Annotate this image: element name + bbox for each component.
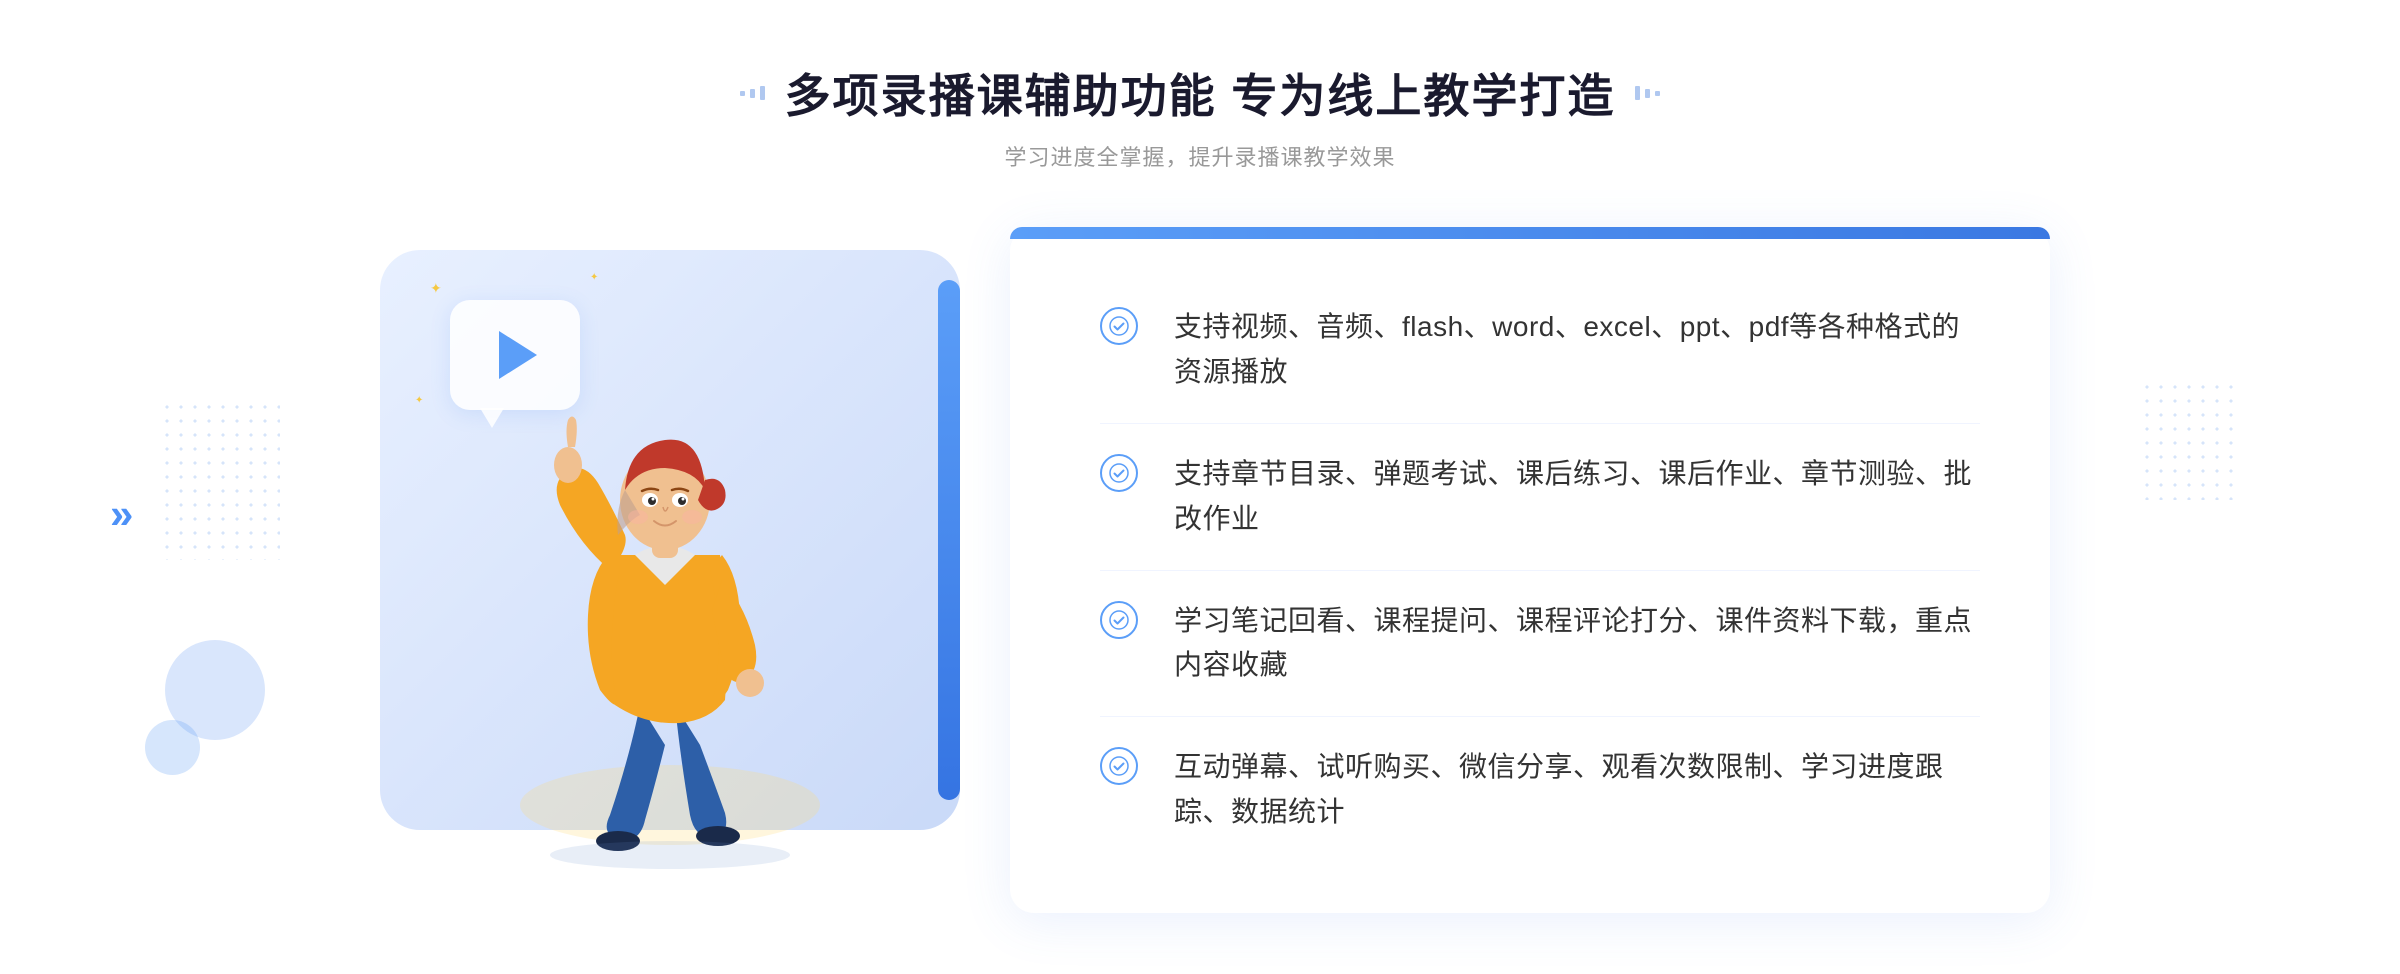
feature-item-1: 支持视频、音频、flash、word、excel、ppt、pdf等各种格式的资源…	[1100, 277, 1980, 424]
card-top-bar	[1010, 227, 2050, 239]
circle-deco-2	[145, 720, 200, 775]
feature-text-1: 支持视频、音频、flash、word、excel、ppt、pdf等各种格式的资源…	[1174, 305, 1980, 395]
chevron-left-deco: »	[110, 490, 125, 538]
sparkle-1: ✦	[430, 280, 442, 297]
illustration-container: ✦ ✦ ✦	[350, 220, 1050, 920]
title-row: 多项录播课辅助功能 专为线上教学打造	[740, 60, 1661, 126]
feature-text-2: 支持章节目录、弹题考试、课后练习、课后作业、章节测验、批改作业	[1174, 452, 1980, 542]
feature-text-4: 互动弹幕、试听购买、微信分享、观看次数限制、学习进度跟踪、数据统计	[1174, 745, 1980, 835]
check-icon-4	[1100, 747, 1138, 785]
sub-title: 学习进度全掌握，提升录播课教学效果	[740, 140, 1661, 172]
feature-text-3: 学习笔记回看、课程提问、课程评论打分、课件资料下载，重点内容收藏	[1174, 599, 1980, 689]
check-icon-2	[1100, 454, 1138, 492]
blue-bar-deco	[938, 280, 960, 800]
check-icon-1	[1100, 307, 1138, 345]
page-header: 多项录播课辅助功能 专为线上教学打造 学习进度全掌握，提升录播课教学效果	[740, 60, 1661, 172]
main-title: 多项录播课辅助功能 专为线上教学打造	[785, 60, 1616, 126]
dot-grid-left	[160, 400, 280, 560]
page-wrapper: » 多项录播课辅助功能 专为线上教学打造 学习进度全掌握，提升录播课教学效果 ✦	[0, 0, 2400, 974]
title-deco-left	[740, 86, 765, 100]
check-icon-3	[1100, 601, 1138, 639]
sparkle-3: ✦	[415, 395, 423, 406]
person-illustration	[480, 325, 860, 890]
content-area: ✦ ✦ ✦	[350, 220, 2050, 920]
feature-item-3: 学习笔记回看、课程提问、课程评论打分、课件资料下载，重点内容收藏	[1100, 571, 1980, 718]
sparkle-2: ✦	[590, 272, 598, 283]
title-deco-right	[1635, 86, 1660, 100]
feature-item-4: 互动弹幕、试听购买、微信分享、观看次数限制、学习进度跟踪、数据统计	[1100, 717, 1980, 863]
feature-item-2: 支持章节目录、弹题考试、课后练习、课后作业、章节测验、批改作业	[1100, 424, 1980, 571]
features-card: 支持视频、音频、flash、word、excel、ppt、pdf等各种格式的资源…	[1010, 227, 2050, 912]
dot-grid-right	[2140, 380, 2240, 500]
